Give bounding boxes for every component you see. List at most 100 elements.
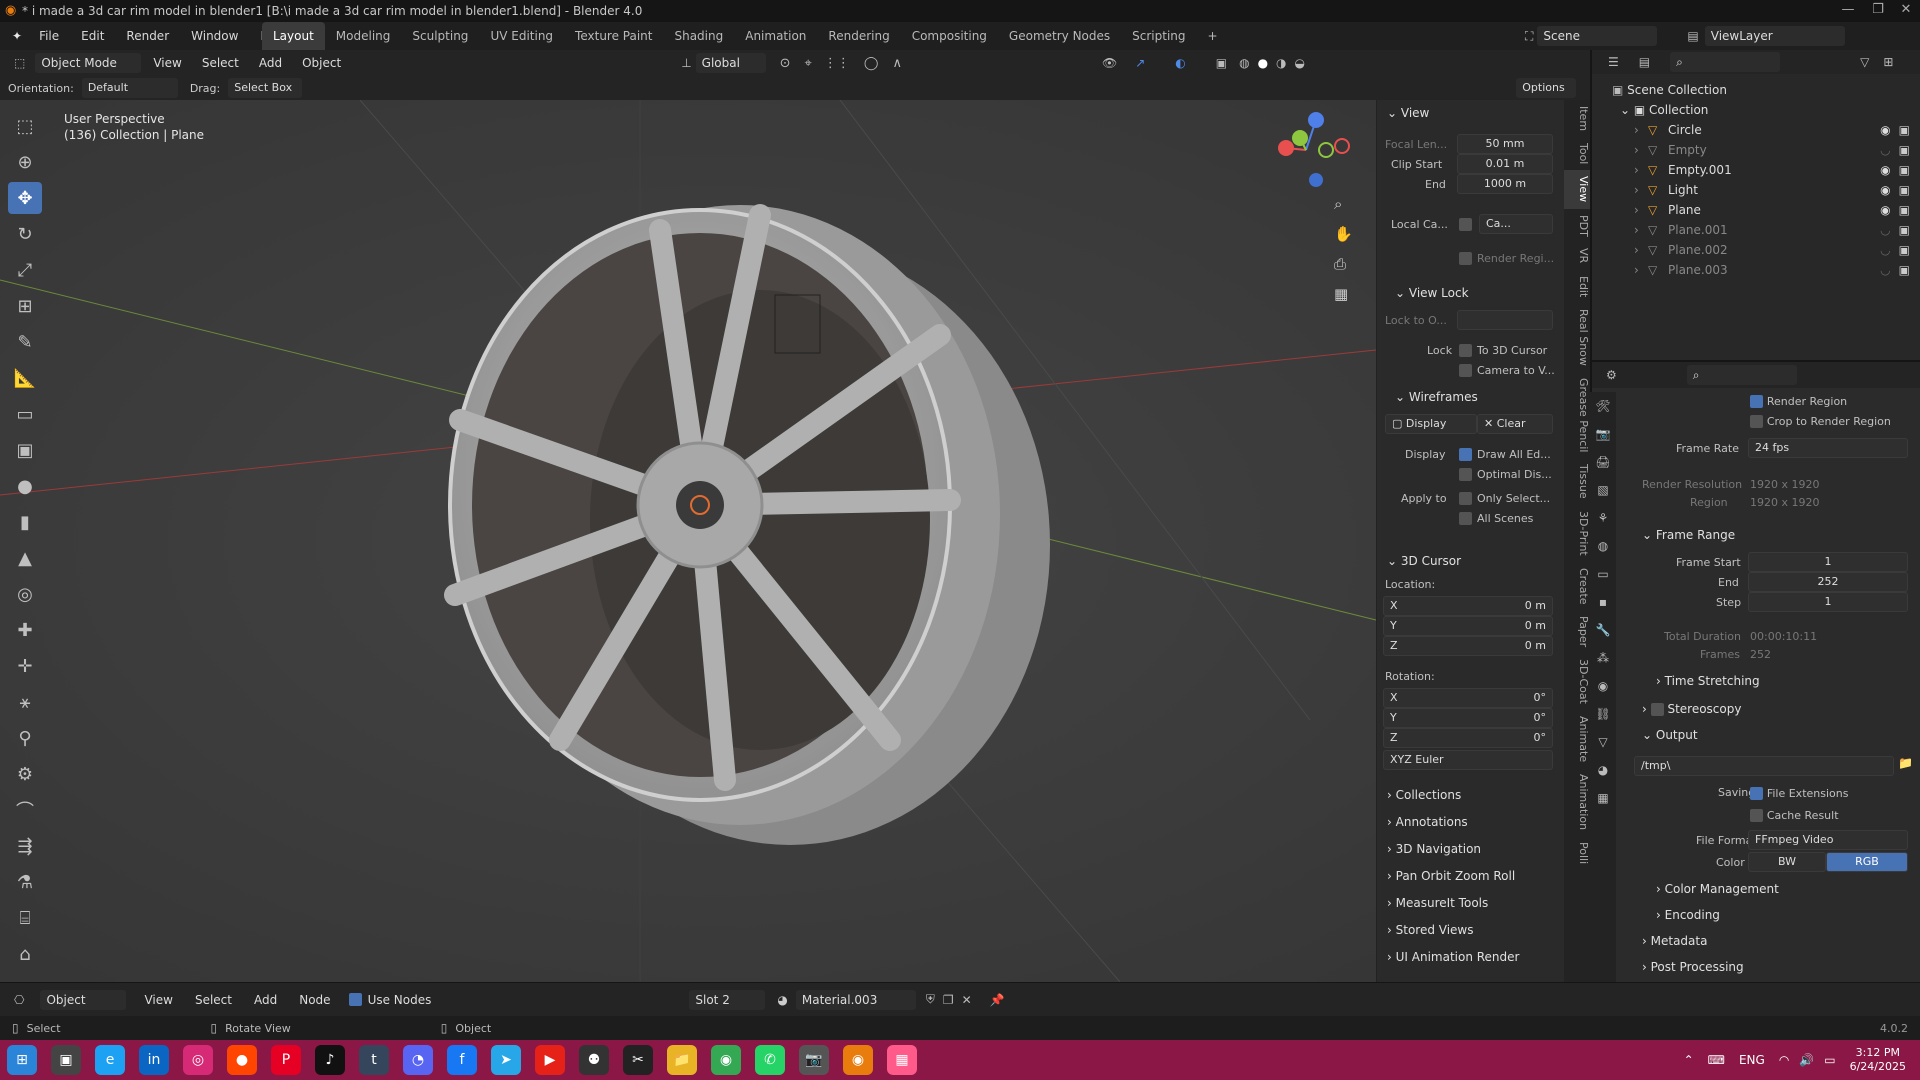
- tray-keyboard-icon[interactable]: ⌨: [1708, 1053, 1725, 1067]
- close-icon[interactable]: ✕: [1886, 2, 1920, 17]
- to-3d-cursor-checkbox[interactable]: [1459, 344, 1472, 357]
- panel-measureit-tools[interactable]: › MeasureIt Tools: [1377, 890, 1563, 917]
- properties-search-input[interactable]: ⌕: [1686, 365, 1797, 385]
- node-editor-type-icon[interactable]: ⎔: [14, 993, 24, 1007]
- outliner-item[interactable]: › ▽ Plane.003 ◡ ▣: [1634, 260, 1920, 280]
- panel-collections[interactable]: › Collections: [1377, 782, 1563, 809]
- extra-tool-8-icon[interactable]: ⌸: [8, 902, 42, 934]
- render-camera-icon[interactable]: ▣: [1899, 140, 1910, 160]
- measure-tool-icon[interactable]: 📐: [8, 362, 42, 394]
- view-lock-section-header[interactable]: ⌄ View Lock: [1385, 280, 1469, 306]
- wifi-icon[interactable]: ◠: [1779, 1053, 1789, 1067]
- add-workspace-icon[interactable]: +: [1197, 22, 1229, 50]
- metadata-section[interactable]: › Metadata: [1632, 928, 1707, 954]
- outliner-filter-icon[interactable]: ▽: [1860, 55, 1869, 69]
- location-y-field[interactable]: Y 0 m: [1383, 616, 1553, 636]
- render-region-row[interactable]: Render Region: [1750, 394, 1847, 408]
- extra-tool-1-icon[interactable]: ✛: [8, 650, 42, 682]
- expand-chevron-icon[interactable]: ›: [1634, 120, 1648, 140]
- visibility-eye-icon[interactable]: ◉: [1880, 180, 1890, 200]
- drag-dropdown[interactable]: Select Box: [228, 78, 303, 98]
- duplicate-material-icon[interactable]: ❐: [943, 993, 954, 1007]
- file-extensions-checkbox[interactable]: [1750, 787, 1763, 800]
- optimal-display-checkbox[interactable]: [1459, 468, 1472, 481]
- physics-properties-icon[interactable]: ◉: [1590, 672, 1616, 700]
- render-region-checkbox[interactable]: [1459, 252, 1472, 265]
- tab-texture-paint[interactable]: Texture Paint: [564, 22, 663, 50]
- falloff-icon[interactable]: ∧: [892, 56, 902, 71]
- add-plane-icon[interactable]: ▭: [8, 398, 42, 430]
- reddit-icon[interactable]: ●: [227, 1045, 257, 1075]
- pan-hand-icon[interactable]: ✋: [1334, 225, 1353, 243]
- cache-result-row[interactable]: Cache Result: [1750, 808, 1839, 822]
- view-section-header[interactable]: ⌄ View: [1377, 100, 1564, 126]
- draw-all-edges-checkbox[interactable]: [1459, 448, 1472, 461]
- post-processing-section[interactable]: › Post Processing: [1632, 954, 1744, 980]
- add-cone-icon[interactable]: ▲: [8, 542, 42, 574]
- tab-compositing[interactable]: Compositing: [901, 22, 998, 50]
- folder-icon[interactable]: 📁: [1898, 756, 1913, 770]
- modifier-properties-icon[interactable]: 🔧: [1590, 616, 1616, 644]
- frame-rate-dropdown[interactable]: 24 fps: [1748, 438, 1908, 458]
- whatsapp-icon[interactable]: ✆: [755, 1045, 785, 1075]
- viewport-menu-select[interactable]: Select: [202, 56, 239, 70]
- camera-icon[interactable]: 📷: [799, 1045, 829, 1075]
- tab-paper[interactable]: Paper: [1564, 610, 1590, 653]
- color-management-section[interactable]: › Color Management: [1646, 876, 1779, 902]
- focal-length-field[interactable]: 50 mm: [1457, 134, 1553, 154]
- gizmo-icon[interactable]: ↗: [1135, 56, 1145, 70]
- outliner-item[interactable]: › ▽ Light ◉ ▣: [1634, 180, 1920, 200]
- scene-properties-icon[interactable]: ⚘: [1590, 504, 1616, 532]
- properties-editor-icon[interactable]: ⚙: [1606, 368, 1617, 382]
- world-properties-icon[interactable]: ◍: [1590, 532, 1616, 560]
- expand-chevron-icon[interactable]: ›: [1634, 260, 1648, 280]
- render-properties-icon[interactable]: 📷: [1590, 420, 1616, 448]
- extra-tool-9-icon[interactable]: ⌂: [8, 938, 42, 970]
- linkedin-icon[interactable]: in: [139, 1045, 169, 1075]
- expand-chevron-icon[interactable]: ›: [1634, 200, 1648, 220]
- rotation-x-field[interactable]: X 0°: [1383, 688, 1553, 708]
- material-slot-dropdown[interactable]: Slot 2: [689, 989, 766, 1010]
- rotation-y-field[interactable]: Y 0°: [1383, 708, 1553, 728]
- solid-shading-icon[interactable]: ●: [1258, 56, 1268, 70]
- rendered-shading-icon[interactable]: ◒: [1295, 56, 1305, 70]
- language-indicator[interactable]: ENG: [1739, 1053, 1765, 1067]
- orthographic-toggle-icon[interactable]: ▦: [1334, 285, 1348, 303]
- frame-range-section[interactable]: ⌄ Frame Range: [1632, 522, 1735, 548]
- transform-tool-icon[interactable]: ⊞: [8, 290, 42, 322]
- tab-shading[interactable]: Shading: [663, 22, 734, 50]
- expand-chevron-icon[interactable]: ›: [1634, 220, 1648, 240]
- extra-tool-6-icon[interactable]: ⇶: [8, 830, 42, 862]
- render-camera-icon[interactable]: ▣: [1899, 220, 1910, 240]
- blender-menu-icon[interactable]: ✦: [6, 22, 28, 50]
- collection-properties-icon[interactable]: ▭: [1590, 560, 1616, 588]
- edge-icon[interactable]: e: [95, 1045, 125, 1075]
- render-camera-icon[interactable]: ▣: [1899, 200, 1910, 220]
- outliner-item[interactable]: › ▽ Plane.002 ◡ ▣: [1634, 240, 1920, 260]
- material-properties-icon[interactable]: ◕: [1590, 756, 1616, 784]
- render-camera-icon[interactable]: ▣: [1899, 180, 1910, 200]
- material-shading-icon[interactable]: ◑: [1276, 56, 1286, 70]
- panel-pan-orbit-zoom-roll[interactable]: › Pan Orbit Zoom Roll: [1377, 863, 1563, 890]
- tab-3d-print[interactable]: 3D-Print: [1564, 505, 1590, 562]
- wireframes-section-header[interactable]: ⌄ Wireframes: [1385, 384, 1478, 410]
- outliner-item[interactable]: › ▽ Empty.001 ◉ ▣: [1634, 160, 1920, 180]
- color-bw-button[interactable]: BW: [1748, 852, 1826, 872]
- outliner-display-mode-icon[interactable]: ▤: [1639, 55, 1650, 69]
- color-rgb-button[interactable]: RGB: [1826, 852, 1908, 872]
- outliner-item[interactable]: › ▽ Empty ◡ ▣: [1634, 140, 1920, 160]
- stereoscopy-checkbox[interactable]: [1650, 703, 1664, 716]
- panel-annotations[interactable]: › Annotations: [1377, 809, 1563, 836]
- location-z-field[interactable]: Z 0 m: [1383, 636, 1553, 656]
- add-object-icon[interactable]: ✚: [8, 614, 42, 646]
- task-view-icon[interactable]: ▣: [51, 1045, 81, 1075]
- editor-type-icon[interactable]: ⬚: [14, 56, 25, 70]
- cursor-tool-icon[interactable]: ⊕: [8, 146, 42, 178]
- clip-end-field[interactable]: 1000 m: [1457, 174, 1553, 194]
- tab-geometry-nodes[interactable]: Geometry Nodes: [998, 22, 1121, 50]
- add-cube-icon[interactable]: ▣: [8, 434, 42, 466]
- chrome-icon[interactable]: ◉: [711, 1045, 741, 1075]
- capcut-icon[interactable]: ✂: [623, 1045, 653, 1075]
- location-x-field[interactable]: X 0 m: [1383, 596, 1553, 616]
- visibility-eye-icon[interactable]: ◡: [1880, 220, 1890, 240]
